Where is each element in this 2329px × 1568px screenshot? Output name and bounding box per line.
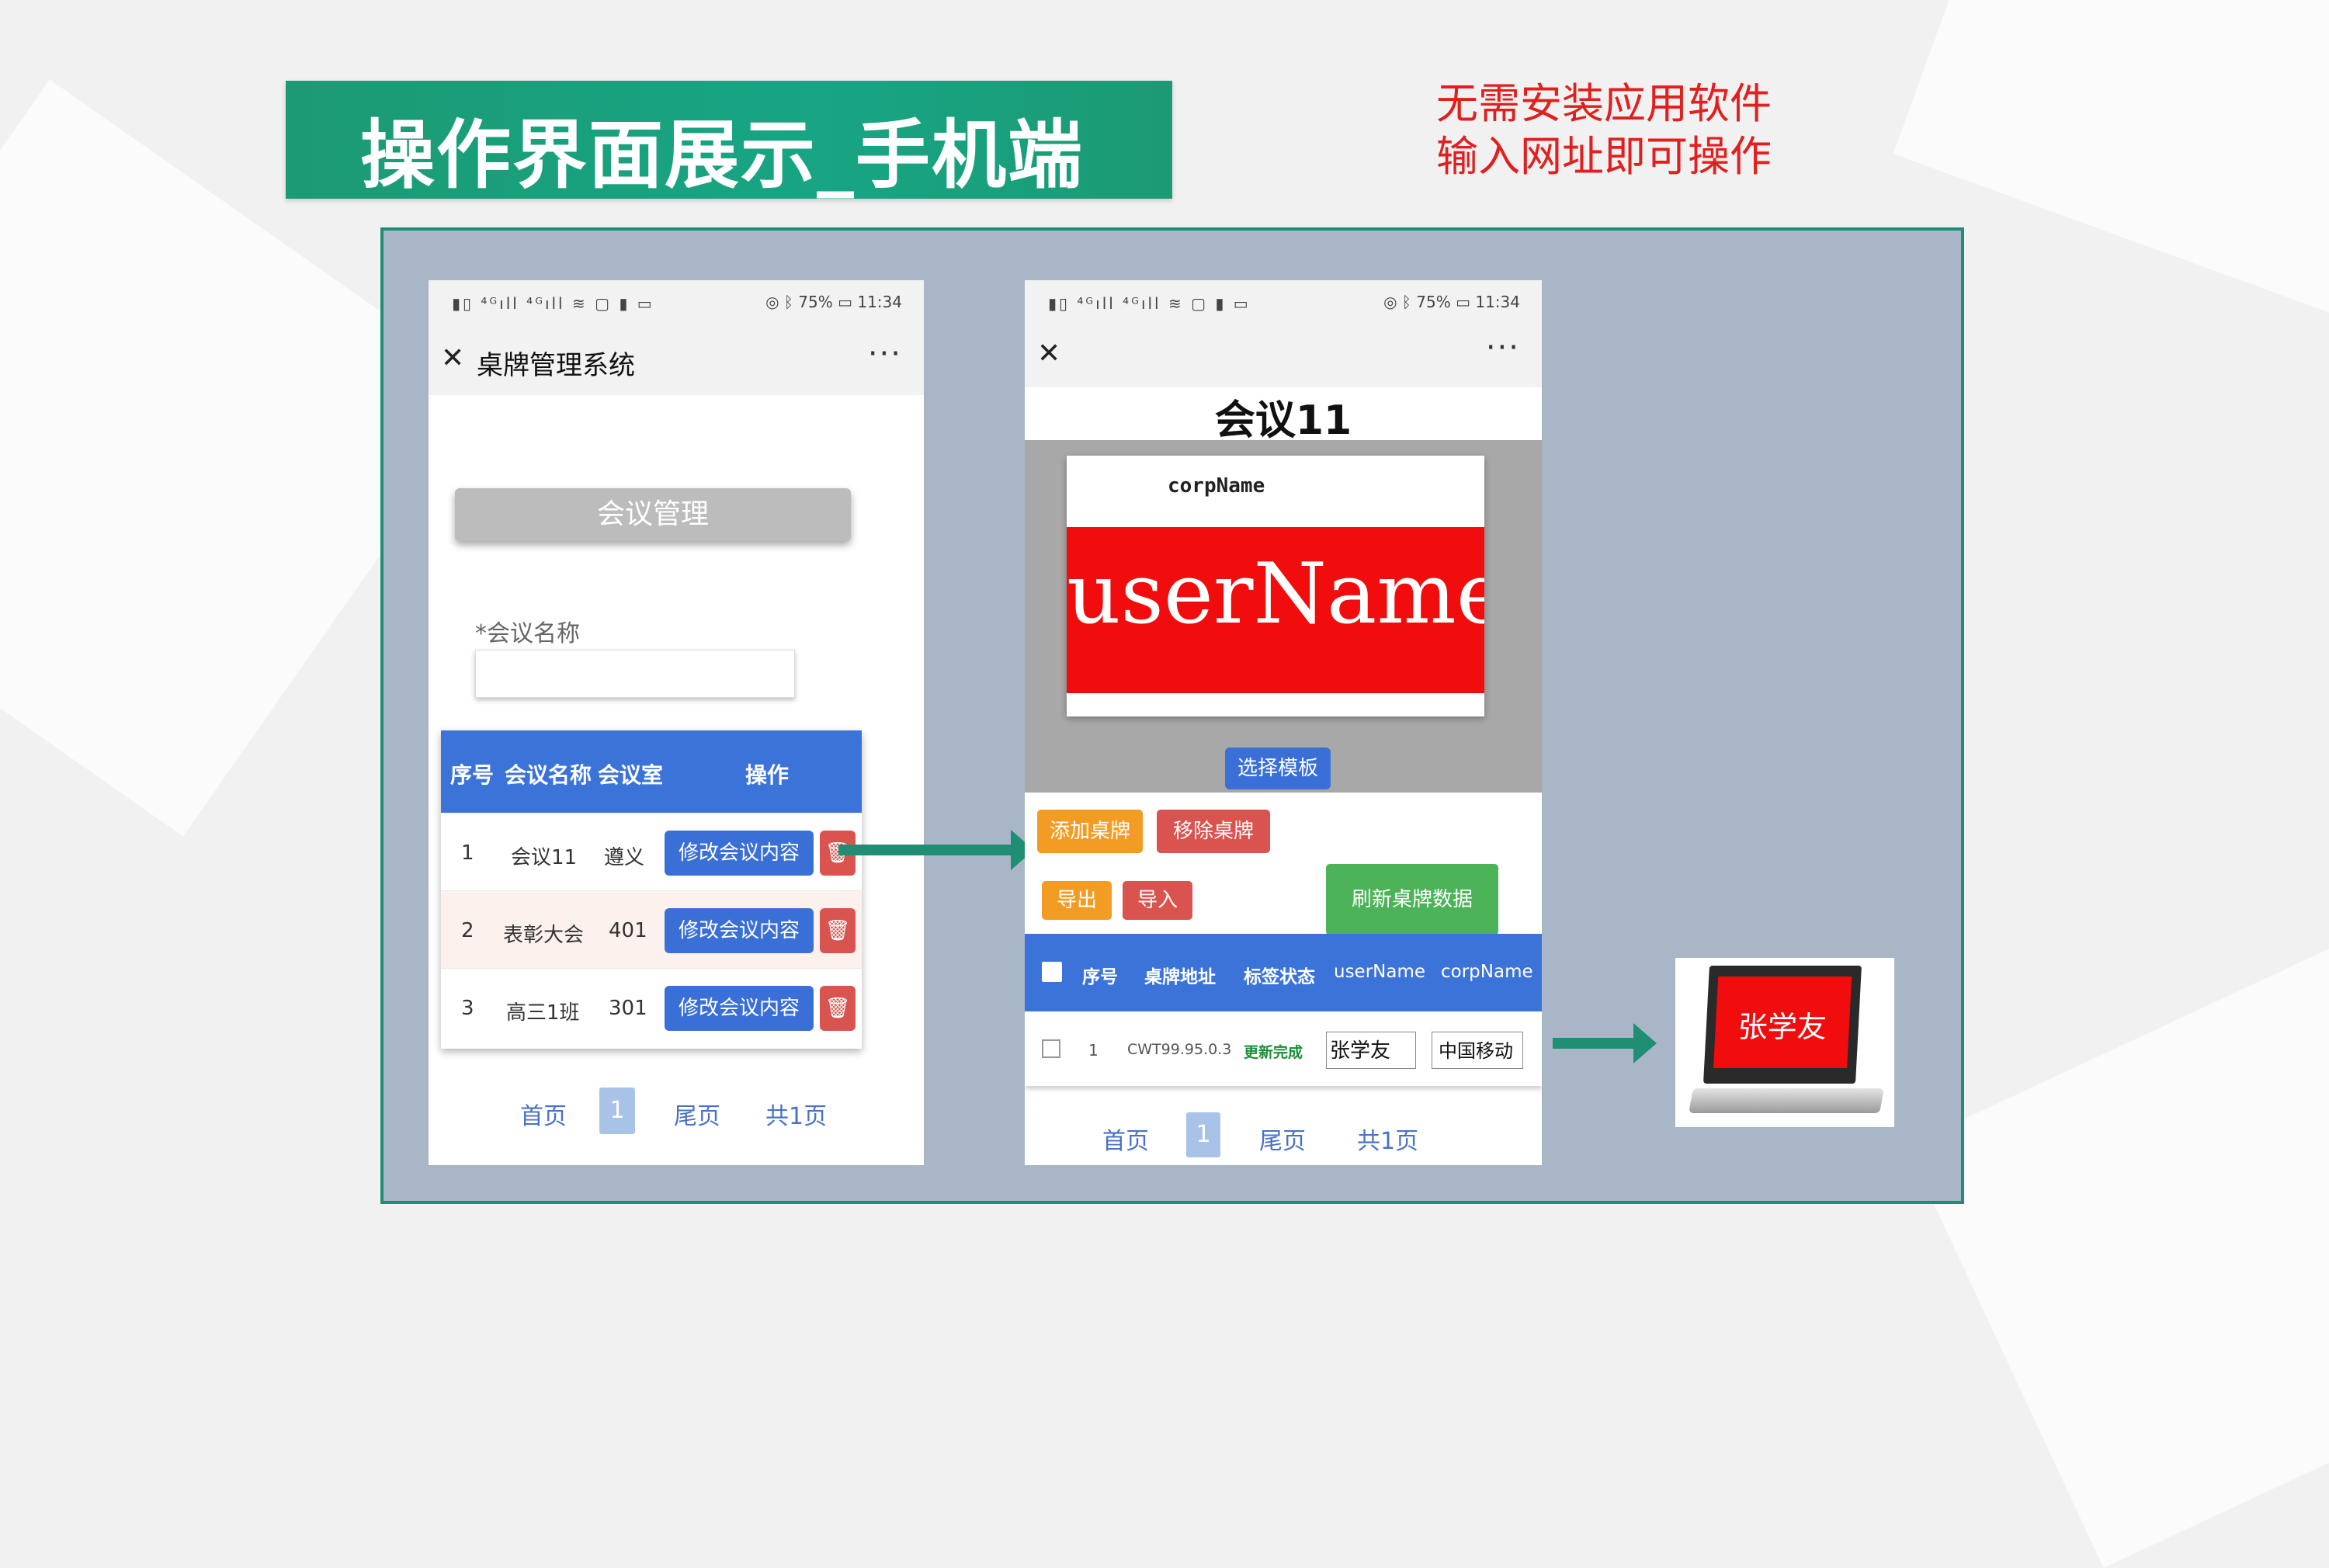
row-room: 301: [609, 997, 647, 1020]
table-row: 1 CWT99.95.0.3 更新完成 张学友 中国移动: [1025, 1011, 1542, 1086]
header-corpname: corpName: [1441, 962, 1533, 982]
refresh-nameplate-data-button[interactable]: 刷新桌牌数据: [1326, 864, 1498, 935]
nameplate-preview: corpName userName: [1067, 456, 1484, 716]
table-row: 1 会议11 遵义 修改会议内容 🗑: [441, 813, 862, 891]
screenshot-stage: ▮▯ ⁴ᴳıll ⁴ᴳıll ≋ ▢ ▮ ▭ ◎ ᛒ 75% ▭ 11:34 ✕…: [380, 227, 1964, 1204]
row-status: 更新完成: [1244, 1044, 1303, 1061]
username-input[interactable]: 张学友: [1326, 1032, 1416, 1069]
pager-current[interactable]: 1: [1186, 1112, 1220, 1157]
header-no: 序号: [450, 762, 495, 788]
more-icon[interactable]: ···: [868, 336, 902, 372]
add-nameplate-button[interactable]: 添加桌牌: [1037, 810, 1143, 853]
device-screen: 张学友: [1713, 977, 1852, 1068]
more-icon[interactable]: ···: [1486, 330, 1520, 366]
edit-meeting-button[interactable]: 修改会议内容: [665, 908, 814, 953]
e-ink-nameplate-device: 张学友: [1675, 958, 1894, 1127]
select-all-checkbox[interactable]: [1042, 962, 1062, 982]
phone-screen-meeting-detail: ▮▯ ⁴ᴳıll ⁴ᴳıll ≋ ▢ ▮ ▭ ◎ ᛒ 75% ▭ 11:34 ✕…: [1025, 280, 1542, 1165]
header-no: 序号: [1082, 967, 1118, 987]
arrow-connector: [1553, 1038, 1635, 1049]
device-base: [1689, 1088, 1884, 1113]
pager-last[interactable]: 尾页: [1259, 1122, 1306, 1156]
meeting-title: 会议11: [1214, 397, 1352, 444]
select-template-button[interactable]: 选择模板: [1225, 748, 1331, 789]
slide-note: 无需安装应用软件 输入网址即可操作: [1436, 78, 1772, 183]
close-icon[interactable]: ✕: [1037, 338, 1060, 369]
meeting-name-input[interactable]: [475, 650, 795, 698]
pager-first[interactable]: 首页: [1102, 1122, 1149, 1156]
pager-current[interactable]: 1: [599, 1088, 635, 1134]
header-status: 标签状态: [1244, 967, 1315, 987]
title-banner: 操作界面展示_手机端: [286, 81, 1172, 199]
pager-total: 共1页: [765, 1103, 828, 1130]
row-address: CWT99.95.0.3: [1127, 1041, 1232, 1058]
pager-last[interactable]: 尾页: [674, 1097, 720, 1131]
edit-meeting-button[interactable]: 修改会议内容: [665, 986, 814, 1031]
row-room: 401: [609, 919, 647, 942]
meeting-name-label: *会议名称: [475, 620, 580, 647]
arrow-connector: [838, 845, 1012, 855]
row-no: 1: [1088, 1041, 1099, 1060]
pagination: 首页 1 尾页 共1页: [429, 1088, 924, 1142]
preview-user-name-block: userName: [1067, 527, 1484, 693]
header-actions: 操作: [745, 762, 790, 788]
app-title: 桌牌管理系统: [477, 350, 635, 381]
row-checkbox[interactable]: [1042, 1039, 1060, 1058]
table-row: 2 表彰大会 401 修改会议内容 🗑: [441, 890, 862, 969]
status-icons-right: ◎ ᛒ 75% ▭ 11:34: [765, 293, 902, 311]
status-bar: ▮▯ ⁴ᴳıll ⁴ᴳıll ≋ ▢ ▮ ▭ ◎ ᛒ 75% ▭ 11:34: [429, 280, 924, 325]
row-room: 遵义: [604, 846, 645, 869]
header-address: 桌牌地址: [1144, 967, 1216, 987]
row-name: 会议11: [511, 846, 578, 869]
corpname-input[interactable]: 中国移动: [1432, 1032, 1523, 1069]
pager-total: 共1页: [1357, 1128, 1419, 1155]
row-name: 高三1班: [506, 1001, 580, 1025]
table-header: 序号 会议名称 会议室 操作: [441, 730, 862, 813]
preview-corp-name: corpName: [1168, 474, 1265, 498]
row-no: 1: [461, 841, 474, 865]
nav-bar: ✕ 桌牌管理系统 ···: [429, 325, 924, 395]
edit-meeting-button[interactable]: 修改会议内容: [665, 831, 814, 876]
preview-user-name: userName: [1067, 546, 1484, 643]
delete-icon[interactable]: 🗑: [820, 908, 856, 953]
phone-screen-meeting-list: ▮▯ ⁴ᴳıll ⁴ᴳıll ≋ ▢ ▮ ▭ ◎ ᛒ 75% ▭ 11:34 ✕…: [429, 280, 924, 1165]
import-button[interactable]: 导入: [1123, 881, 1192, 920]
row-no: 2: [461, 919, 474, 942]
pager-first[interactable]: 首页: [520, 1097, 567, 1131]
meeting-table: 序号 会议名称 会议室 操作 1 会议11 遵义 修改会议内容 🗑 2 表彰大会…: [441, 730, 862, 1049]
meeting-management-button[interactable]: 会议管理: [455, 488, 851, 541]
nameplate-table-header: 序号 桌牌地址 标签状态 userName corpName: [1025, 934, 1542, 1011]
remove-nameplate-button[interactable]: 移除桌牌: [1157, 810, 1270, 853]
pagination: 首页 1 尾页 共1页: [1025, 1112, 1542, 1165]
export-button[interactable]: 导出: [1042, 881, 1112, 920]
device-user-name: 张学友: [1737, 1010, 1827, 1044]
row-no: 3: [461, 997, 474, 1020]
close-icon[interactable]: ✕: [441, 342, 464, 374]
delete-icon[interactable]: 🗑: [820, 986, 856, 1031]
slide-title: 操作界面展示_手机端: [360, 112, 1084, 199]
note-line-2: 输入网址即可操作: [1436, 132, 1772, 181]
status-icons-right: ◎ ᛒ 75% ▭ 11:34: [1383, 293, 1520, 311]
arrow-head: [1633, 1023, 1657, 1063]
row-name: 表彰大会: [503, 924, 585, 947]
background-shape: [1907, 916, 2329, 1568]
header-username: userName: [1334, 962, 1426, 982]
status-bar: ▮▯ ⁴ᴳıll ⁴ᴳıll ≋ ▢ ▮ ▭ ◎ ᛒ 75% ▭ 11:34: [1025, 280, 1542, 325]
device-screen-frame: 张学友: [1703, 966, 1862, 1084]
nav-bar: ✕ ···: [1025, 325, 1542, 387]
note-line-1: 无需安装应用软件: [1436, 79, 1772, 128]
status-icons-left: ▮▯ ⁴ᴳıll ⁴ᴳıll ≋ ▢ ▮ ▭: [452, 294, 654, 313]
template-preview-area: corpName userName 选择模板: [1025, 440, 1542, 793]
status-icons-left: ▮▯ ⁴ᴳıll ⁴ᴳıll ≋ ▢ ▮ ▭: [1048, 294, 1251, 313]
table-row: 3 高三1班 301 修改会议内容 🗑: [441, 968, 862, 1046]
header-name: 会议名称: [505, 762, 592, 788]
header-room: 会议室: [598, 762, 664, 788]
